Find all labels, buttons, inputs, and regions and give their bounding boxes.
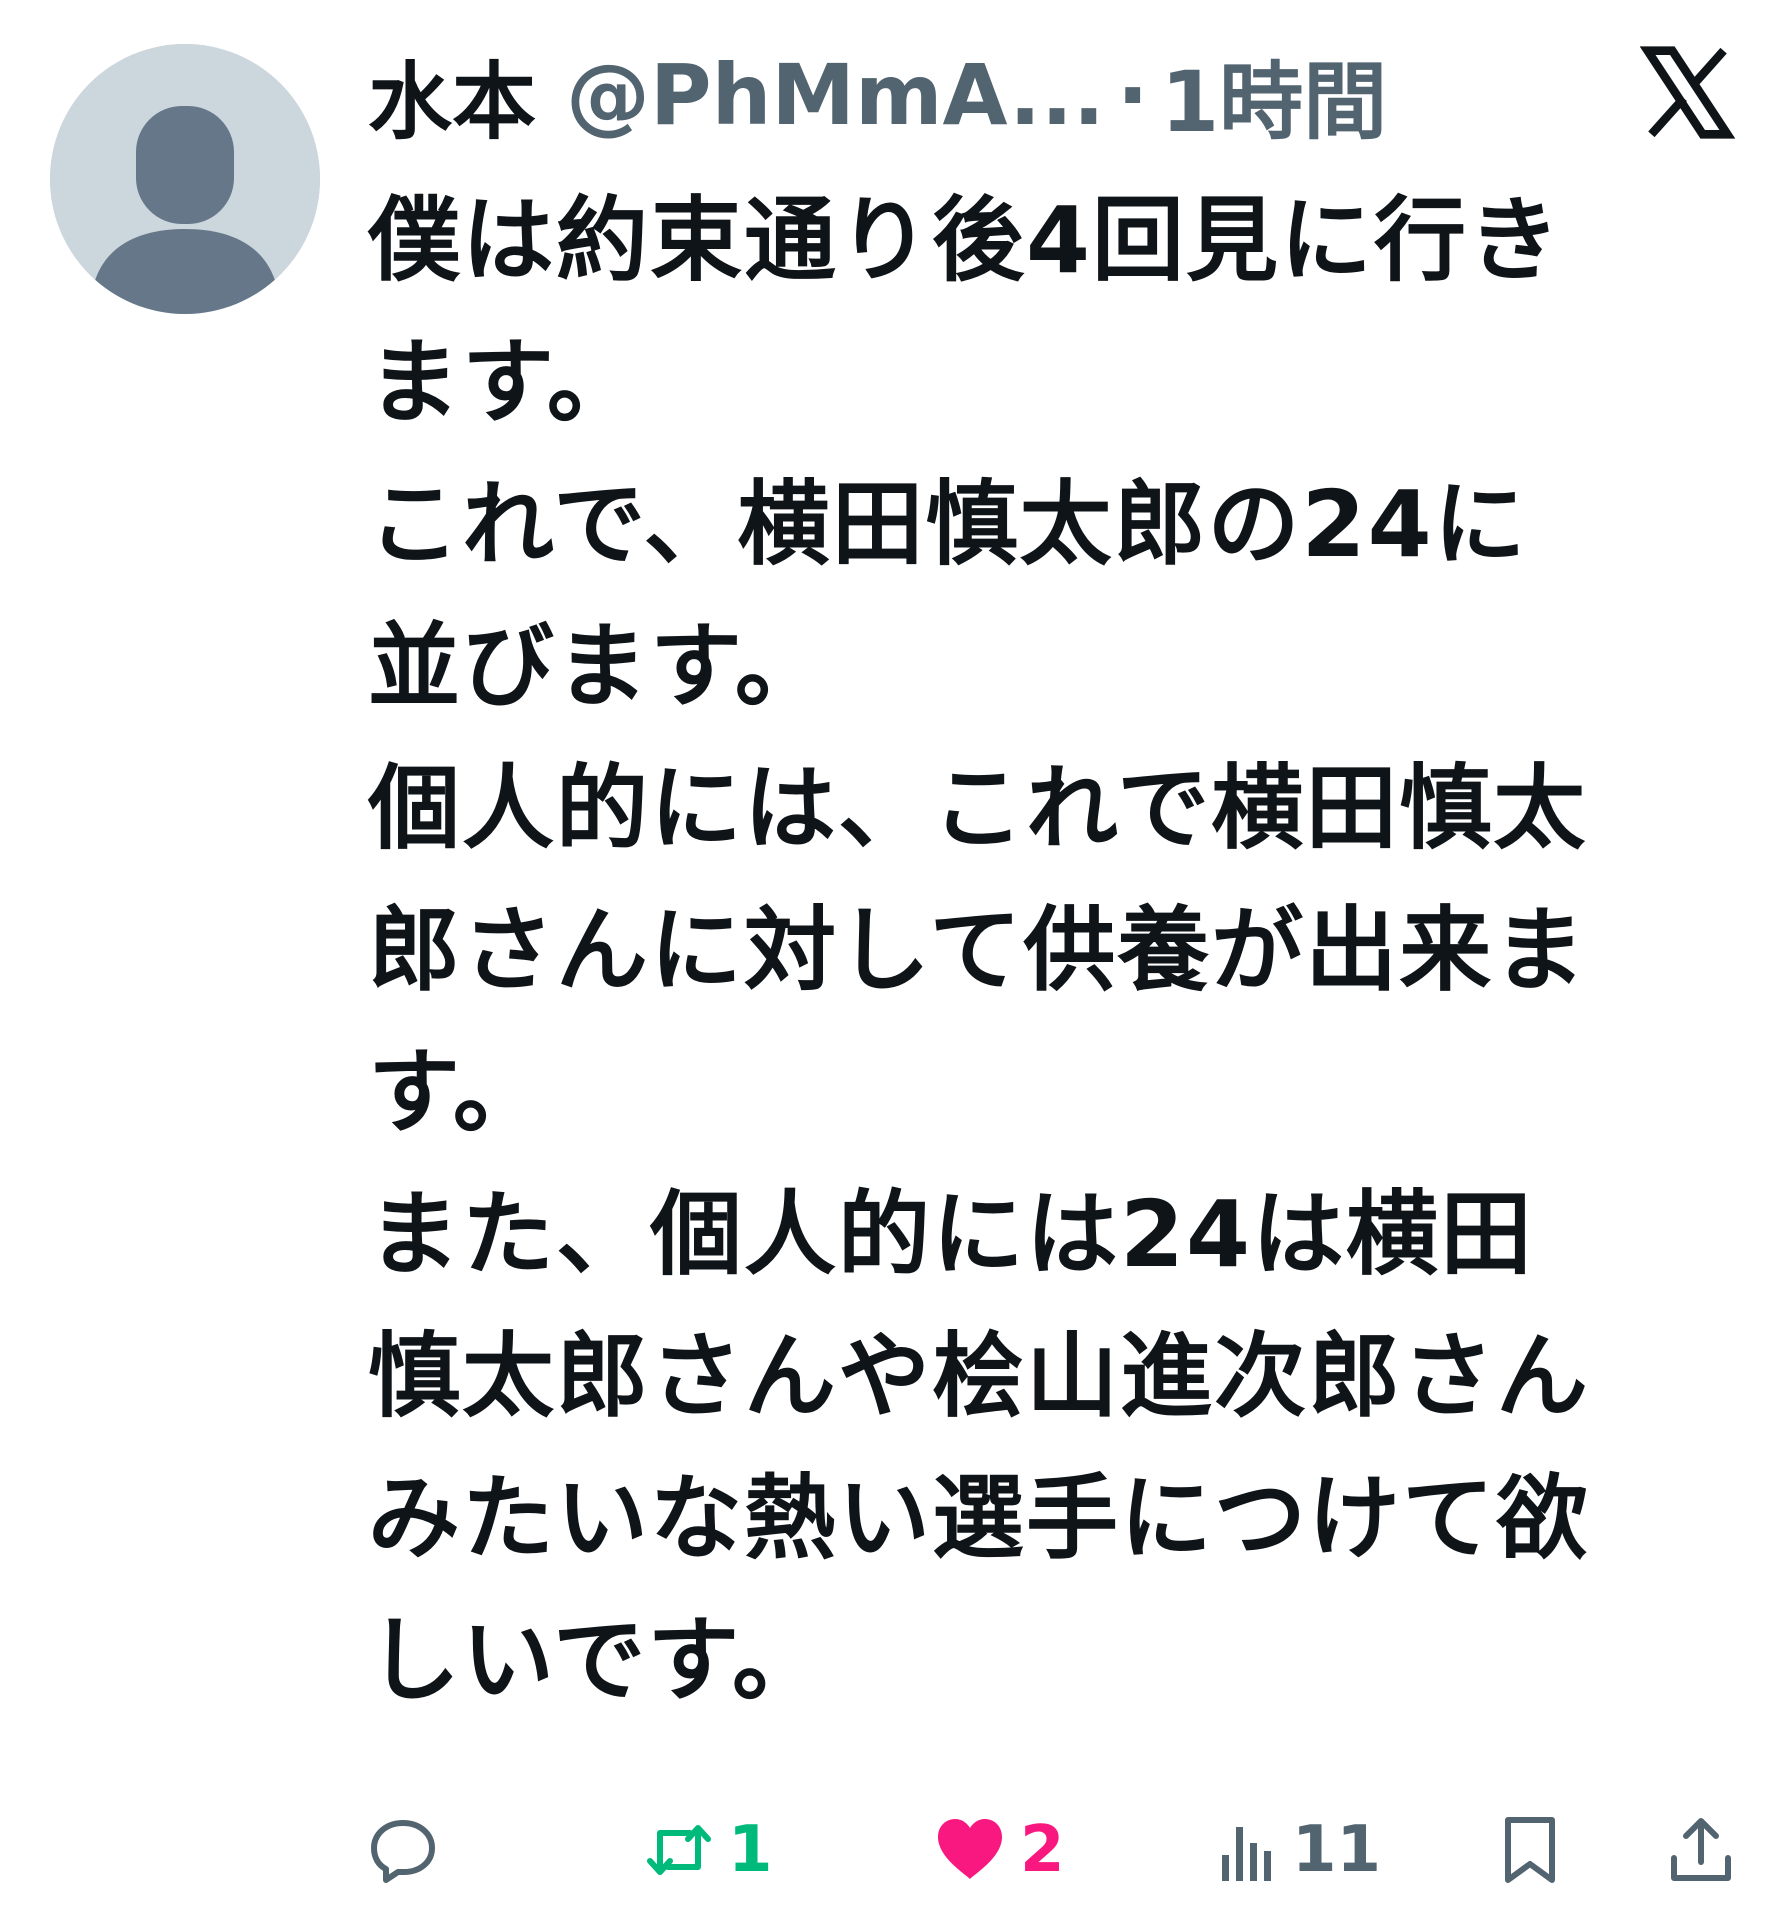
share-button[interactable]	[1668, 1800, 1734, 1900]
x-logo-icon	[1640, 46, 1735, 139]
post-time[interactable]: 1時間	[1161, 35, 1387, 156]
tweet-text-line: 郎さんに対して供養が出来ま	[368, 897, 1588, 1004]
action-bar: 1 2 11	[368, 1800, 1740, 1900]
tweet-text-line: ます。	[368, 329, 641, 436]
tweet-text: 僕は約束通り後4回見に行き ます。 これで、横田慎太郎の24に 並びます。 個人…	[368, 170, 1738, 1732]
tweet: 水本 @PhMmA... · 1時間 僕は約束通り後4回見に行き ます。 これで…	[0, 0, 1779, 1920]
bookmark-icon	[1505, 1817, 1555, 1883]
retweet-count: 1	[728, 1813, 773, 1887]
default-profile-icon	[50, 44, 320, 314]
bookmark-button[interactable]	[1500, 1800, 1560, 1900]
tweet-header: 水本 @PhMmA... · 1時間	[368, 40, 1668, 151]
heart-filled-icon	[938, 1819, 1002, 1879]
tweet-text-line: 慎太郎さんや桧山進次郎さん	[368, 1323, 1591, 1430]
like-button[interactable]: 2	[934, 1800, 1065, 1900]
views-bar-chart-icon	[1222, 1827, 1271, 1881]
retweet-button[interactable]: 1	[644, 1800, 773, 1900]
reply-bubble-icon	[371, 1820, 435, 1883]
tweet-text-line: す。	[368, 1039, 547, 1146]
reply-button[interactable]	[368, 1800, 438, 1900]
tweet-text-line: 並びます。	[368, 613, 829, 720]
author-handle[interactable]: @PhMmA...	[566, 46, 1105, 144]
tweet-text-line: 個人的には、これで横田慎太	[368, 755, 1588, 862]
views-count: 11	[1292, 1813, 1382, 1887]
tweet-text-line: これで、横田慎太郎の24に	[368, 471, 1528, 578]
tweet-text-line: しいです。	[368, 1607, 827, 1714]
tweet-text-line: また、個人的には24は横田	[368, 1181, 1535, 1288]
avatar[interactable]	[50, 44, 320, 314]
views-button[interactable]: 11	[1218, 1800, 1381, 1900]
share-upload-icon	[1671, 1818, 1731, 1881]
tweet-text-line: 僕は約束通り後4回見に行き	[368, 187, 1563, 294]
retweet-icon	[647, 1825, 711, 1875]
author-name[interactable]: 水本	[368, 35, 536, 156]
tweet-text-line: みたいな熱い選手につけて欲	[368, 1465, 1591, 1572]
header-separator: ·	[1116, 46, 1149, 144]
like-count: 2	[1020, 1813, 1065, 1887]
